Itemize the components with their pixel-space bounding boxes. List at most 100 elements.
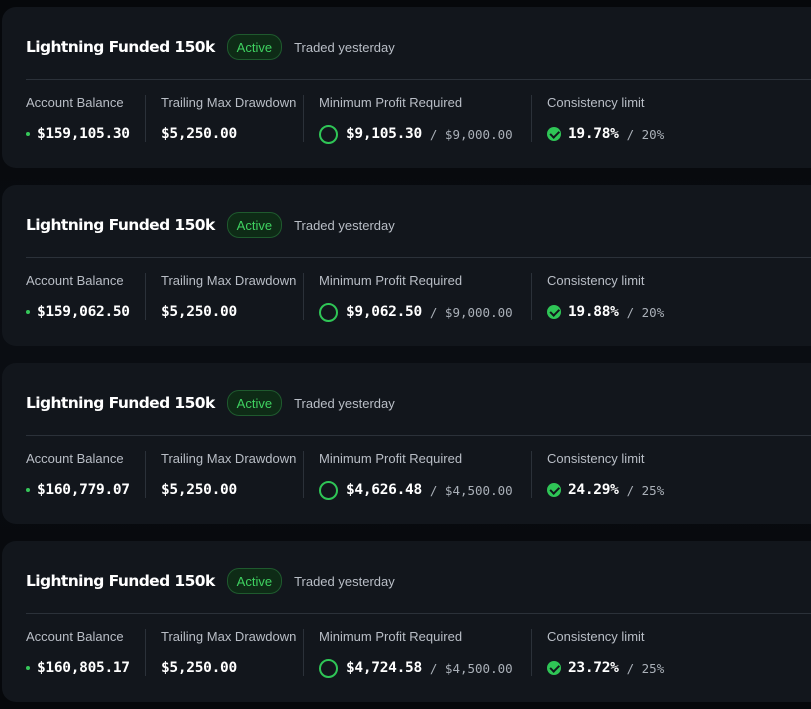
stat-label: Account Balance [26, 629, 124, 644]
stat-minimum-profit: Minimum Profit Required $4,724.58 / $4,5… [319, 629, 513, 679]
profit-value: $4,626.48 [346, 482, 422, 498]
stat-divider [303, 451, 304, 498]
status-badge: Active [226, 212, 283, 238]
profit-value: $9,062.50 [346, 304, 422, 320]
status-badge: Active [226, 390, 283, 416]
stat-label: Consistency limit [547, 273, 645, 288]
stat-divider [531, 629, 532, 676]
stat-minimum-profit: Minimum Profit Required $9,062.50 / $9,0… [319, 273, 513, 323]
check-circle-icon [547, 483, 561, 497]
stat-divider [531, 95, 532, 142]
account-balance-value: $160,779.07 [37, 482, 130, 498]
consistency-value: 19.88% [568, 304, 619, 320]
account-card-header: Lightning Funded 150k Active Traded yest… [26, 210, 395, 240]
stat-trailing-drawdown: Trailing Max Drawdown $5,250.00 [161, 273, 296, 323]
progress-ring-icon [319, 124, 338, 144]
consistency-limit: / 20% [626, 126, 665, 142]
stat-account-balance: Account Balance $159,105.30 [26, 95, 130, 145]
drawdown-value: $5,250.00 [161, 304, 237, 320]
stat-divider [531, 451, 532, 498]
consistency-limit: / 25% [626, 660, 665, 676]
stat-consistency-limit: Consistency limit 19.78% / 20% [547, 95, 664, 145]
stat-account-balance: Account Balance $160,805.17 [26, 629, 130, 679]
stat-label: Trailing Max Drawdown [161, 95, 297, 110]
consistency-value: 24.29% [568, 482, 619, 498]
check-circle-icon [547, 661, 561, 675]
stat-label: Minimum Profit Required [319, 629, 463, 644]
account-title: Lightning Funded 150k [26, 394, 215, 412]
last-traded: Traded yesterday [294, 39, 395, 55]
stat-consistency-limit: Consistency limit 24.29% / 25% [547, 451, 664, 501]
stat-account-balance: Account Balance $159,062.50 [26, 273, 130, 323]
header-divider [26, 257, 811, 258]
stat-label: Account Balance [26, 95, 124, 110]
stat-label: Minimum Profit Required [319, 95, 463, 110]
progress-ring-icon [319, 658, 338, 678]
account-card-header: Lightning Funded 150k Active Traded yest… [26, 32, 395, 62]
stat-label: Trailing Max Drawdown [161, 273, 297, 288]
profit-value: $4,724.58 [346, 660, 422, 676]
header-divider [26, 435, 811, 436]
drawdown-value: $5,250.00 [161, 126, 237, 142]
profit-value: $9,105.30 [346, 126, 422, 142]
progress-ring-icon [319, 302, 338, 322]
account-title: Lightning Funded 150k [26, 572, 215, 590]
check-circle-icon [547, 127, 561, 141]
check-circle-icon [547, 305, 561, 319]
stat-label: Consistency limit [547, 451, 645, 466]
stat-divider [531, 273, 532, 320]
account-balance-value: $159,105.30 [37, 126, 130, 142]
drawdown-value: $5,250.00 [161, 660, 237, 676]
account-title: Lightning Funded 150k [26, 216, 215, 234]
account-card[interactable]: Lightning Funded 150k Active Traded yest… [2, 7, 811, 168]
stat-minimum-profit: Minimum Profit Required $9,105.30 / $9,0… [319, 95, 513, 145]
stat-divider [303, 629, 304, 676]
account-balance-value: $159,062.50 [37, 304, 130, 320]
stat-trailing-drawdown: Trailing Max Drawdown $5,250.00 [161, 629, 296, 679]
status-badge: Active [226, 34, 283, 60]
progress-ring-icon [319, 480, 338, 500]
green-dot-icon [26, 132, 30, 136]
account-card[interactable]: Lightning Funded 150k Active Traded yest… [2, 363, 811, 524]
stat-divider [145, 451, 146, 498]
consistency-limit: / 25% [626, 482, 665, 498]
stat-label: Account Balance [26, 273, 124, 288]
profit-target: / $9,000.00 [429, 126, 513, 142]
profit-target: / $9,000.00 [429, 304, 513, 320]
stat-account-balance: Account Balance $160,779.07 [26, 451, 130, 501]
account-balance-value: $160,805.17 [37, 660, 130, 676]
account-card-header: Lightning Funded 150k Active Traded yest… [26, 388, 395, 418]
stat-label: Minimum Profit Required [319, 451, 463, 466]
drawdown-value: $5,250.00 [161, 482, 237, 498]
stat-label: Consistency limit [547, 629, 645, 644]
stat-trailing-drawdown: Trailing Max Drawdown $5,250.00 [161, 451, 296, 501]
account-title: Lightning Funded 150k [26, 38, 215, 56]
stat-consistency-limit: Consistency limit 19.88% / 20% [547, 273, 664, 323]
green-dot-icon [26, 488, 30, 492]
stat-label: Trailing Max Drawdown [161, 451, 297, 466]
last-traded: Traded yesterday [294, 573, 395, 589]
header-divider [26, 613, 811, 614]
last-traded: Traded yesterday [294, 395, 395, 411]
account-card[interactable]: Lightning Funded 150k Active Traded yest… [2, 185, 811, 346]
header-divider [26, 79, 811, 80]
stat-divider [303, 273, 304, 320]
status-badge: Active [226, 568, 283, 594]
account-card[interactable]: Lightning Funded 150k Active Traded yest… [2, 541, 811, 702]
consistency-value: 23.72% [568, 660, 619, 676]
profit-target: / $4,500.00 [429, 660, 513, 676]
stat-consistency-limit: Consistency limit 23.72% / 25% [547, 629, 664, 679]
stat-divider [303, 95, 304, 142]
stat-label: Account Balance [26, 451, 124, 466]
account-list: Lightning Funded 150k Active Traded yest… [0, 0, 811, 709]
stat-divider [145, 273, 146, 320]
stat-label: Trailing Max Drawdown [161, 629, 297, 644]
last-traded: Traded yesterday [294, 217, 395, 233]
stat-minimum-profit: Minimum Profit Required $4,626.48 / $4,5… [319, 451, 513, 501]
green-dot-icon [26, 310, 30, 314]
stat-label: Consistency limit [547, 95, 645, 110]
consistency-value: 19.78% [568, 126, 619, 142]
account-card-header: Lightning Funded 150k Active Traded yest… [26, 566, 395, 596]
stat-trailing-drawdown: Trailing Max Drawdown $5,250.00 [161, 95, 296, 145]
stat-divider [145, 629, 146, 676]
